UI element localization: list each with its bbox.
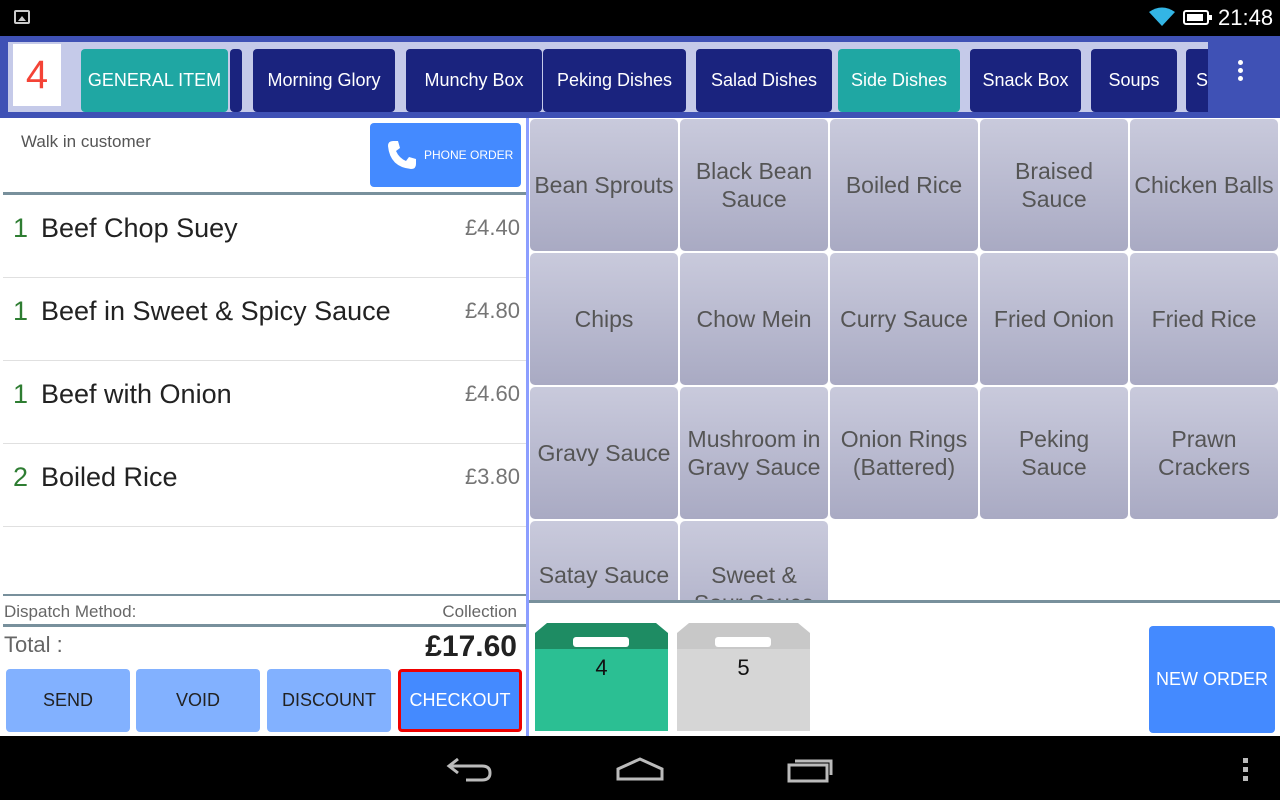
clock: 21:48	[1218, 5, 1274, 30]
dispatch-method-value[interactable]: Collection	[442, 602, 517, 622]
pos-screen: 21:48 GENERAL ITEM Morning Glory Munchy Bo…	[0, 0, 1280, 800]
line-name: Beef Chop Suey	[41, 213, 238, 243]
menu-item-button[interactable]: Chow Mein	[680, 253, 828, 385]
order-number: 4	[13, 44, 61, 106]
menu-item-button[interactable]: Black Bean Sauce	[680, 119, 828, 251]
item-grid: Bean Sprouts Black Bean Sauce Boiled Rice B…	[529, 118, 1280, 601]
status-bar: 21:48	[0, 0, 1280, 36]
bag-number: 5	[737, 655, 750, 680]
nav-overflow-icon[interactable]	[1238, 756, 1252, 782]
menu-item-button[interactable]: Boiled Rice	[830, 119, 978, 251]
line-qty: 1	[13, 213, 29, 243]
menu-item-button[interactable]: Braised Sauce	[980, 119, 1128, 251]
line-name: Beef with Onion	[41, 379, 232, 409]
home-icon[interactable]	[615, 756, 665, 782]
back-icon[interactable]	[446, 756, 494, 782]
category-bar: GENERAL ITEM Morning Glory Munchy Box Pekin…	[0, 36, 1280, 118]
line-qty: 1	[13, 379, 29, 409]
menu-item-button[interactable]: Sweet & Sour Sauce	[680, 521, 828, 601]
menu-item-button[interactable]: Satay Sauce	[530, 521, 678, 601]
battery-icon	[1183, 10, 1212, 25]
order-line[interactable]: 1 Beef Chop Suey £4.40	[3, 195, 526, 278]
menu-item-button[interactable]: Fried Rice	[1130, 253, 1278, 385]
order-panel: Walk in customer PHONE ORDER 1 Beef Chop…	[0, 118, 527, 736]
category-tab[interactable]: Munchy Box	[406, 49, 542, 112]
category-tab[interactable]: Side Dishes	[838, 49, 960, 112]
order-bag-5[interactable]: 5	[677, 623, 810, 731]
line-price: £3.80	[464, 464, 520, 489]
image-notification-icon	[14, 10, 30, 24]
divider	[3, 624, 526, 627]
category-tab[interactable]: Peking Dishes	[543, 49, 686, 112]
menu-item-button[interactable]: Chicken Balls	[1130, 119, 1278, 251]
menu-item-button[interactable]: Gravy Sauce	[530, 387, 678, 519]
category-tab[interactable]: Soups	[1091, 49, 1177, 112]
menu-item-button[interactable]: Onion Rings (Battered)	[830, 387, 978, 519]
total-label: Total :	[4, 632, 63, 657]
menu-item-button[interactable]: Prawn Crackers	[1130, 387, 1278, 519]
new-order-button[interactable]: NEW ORDER	[1149, 626, 1275, 733]
category-tab[interactable]: S	[1186, 49, 1208, 112]
void-button[interactable]: VOID	[136, 669, 260, 732]
category-tab[interactable]: Morning Glory	[253, 49, 395, 112]
phone-order-label: PHONE ORDER	[424, 148, 514, 162]
recent-apps-icon[interactable]	[786, 754, 836, 784]
discount-button[interactable]: DISCOUNT	[267, 669, 391, 732]
category-tab[interactable]: Salad Dishes	[696, 49, 832, 112]
wifi-icon	[1149, 7, 1175, 26]
dispatch-method-label: Dispatch Method:	[4, 602, 137, 621]
checkout-button[interactable]: CHECKOUT	[398, 669, 522, 732]
category-tab[interactable]: Snack Box	[970, 49, 1081, 112]
total-value: £17.60	[425, 630, 517, 663]
menu-item-button[interactable]: Peking Sauce	[980, 387, 1128, 519]
order-bag-4[interactable]: 4	[535, 623, 668, 731]
navigation-bar	[0, 736, 1280, 800]
customer-name[interactable]: Walk in customer	[21, 132, 151, 152]
bag-number: 4	[595, 655, 608, 680]
overflow-menu-icon[interactable]	[1208, 42, 1272, 112]
menu-item-button[interactable]: Mushroom in Gravy Sauce	[680, 387, 828, 519]
line-price: £4.80	[464, 298, 520, 323]
category-tab-hidden[interactable]	[230, 49, 242, 112]
line-name: Boiled Rice	[41, 462, 178, 492]
line-price: £4.40	[464, 215, 520, 240]
line-qty: 1	[13, 296, 29, 326]
line-qty: 2	[13, 462, 29, 492]
line-name: Beef in Sweet & Spicy Sauce	[41, 296, 391, 326]
order-line[interactable]: 1 Beef in Sweet & Spicy Sauce £4.80	[3, 278, 526, 361]
open-orders-area: 4 5 NEW ORDER	[529, 603, 1280, 736]
line-price: £4.60	[464, 381, 520, 406]
menu-item-button[interactable]: Curry Sauce	[830, 253, 978, 385]
menu-item-button[interactable]: Fried Onion	[980, 253, 1128, 385]
menu-item-button[interactable]: Chips	[530, 253, 678, 385]
divider	[3, 594, 526, 596]
phone-icon	[388, 141, 416, 169]
category-tab[interactable]: GENERAL ITEM	[81, 49, 228, 112]
send-button[interactable]: SEND	[6, 669, 130, 732]
phone-order-button[interactable]: PHONE ORDER	[370, 123, 521, 187]
category-strip[interactable]: GENERAL ITEM Morning Glory Munchy Box Pekin…	[8, 42, 1208, 112]
order-line[interactable]: 1 Beef with Onion £4.60	[3, 361, 526, 444]
menu-item-button[interactable]: Bean Sprouts	[530, 119, 678, 251]
order-line[interactable]: 2 Boiled Rice £3.80	[3, 444, 526, 527]
